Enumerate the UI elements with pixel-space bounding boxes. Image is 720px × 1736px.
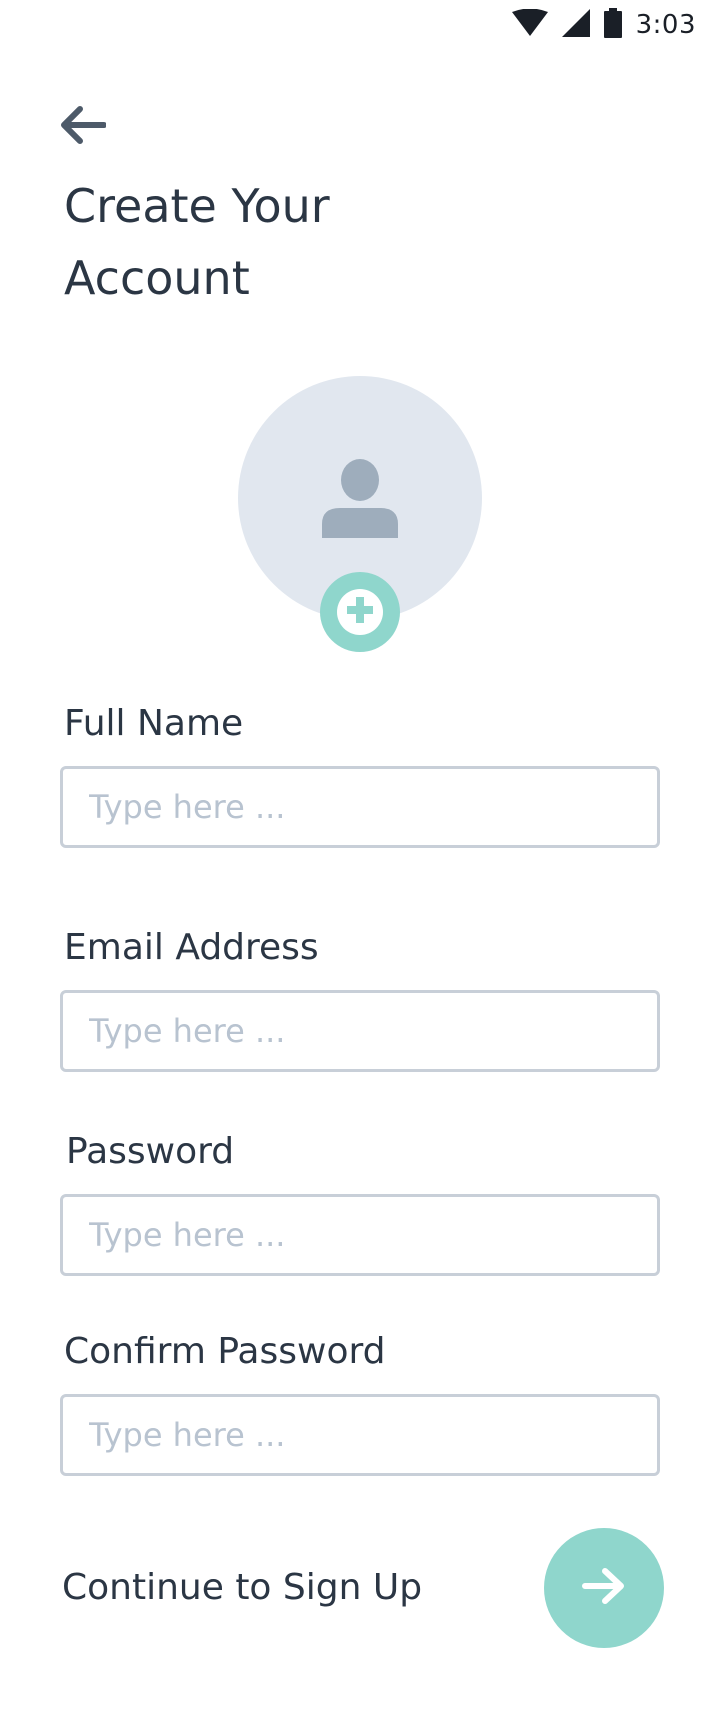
status-bar: 3:03 [0,0,720,48]
continue-label: Continue to Sign Up [62,1567,423,1608]
arrow-left-icon [58,105,107,149]
wifi-icon [511,8,548,41]
page-title: Create Your Account [64,179,330,305]
confirm-password-input[interactable] [60,1394,660,1476]
email-input[interactable] [60,990,660,1072]
full-name-input[interactable] [60,766,660,848]
status-icons: 3:03 [511,8,696,42]
confirm-password-label: Confirm Password [64,1331,386,1372]
signal-icon [561,9,590,41]
back-button[interactable] [58,102,108,152]
battery-icon [603,8,622,42]
continue-button[interactable] [544,1528,664,1648]
email-label: Email Address [64,927,319,968]
person-icon [322,458,398,542]
plus-icon [347,597,373,627]
full-name-label: Full Name [64,703,244,744]
add-photo-inner [337,589,383,635]
arrow-right-icon [581,1566,627,1610]
password-input[interactable] [60,1194,660,1276]
status-time: 3:03 [635,10,696,40]
password-label: Password [66,1131,235,1172]
add-photo-button[interactable] [320,572,400,652]
